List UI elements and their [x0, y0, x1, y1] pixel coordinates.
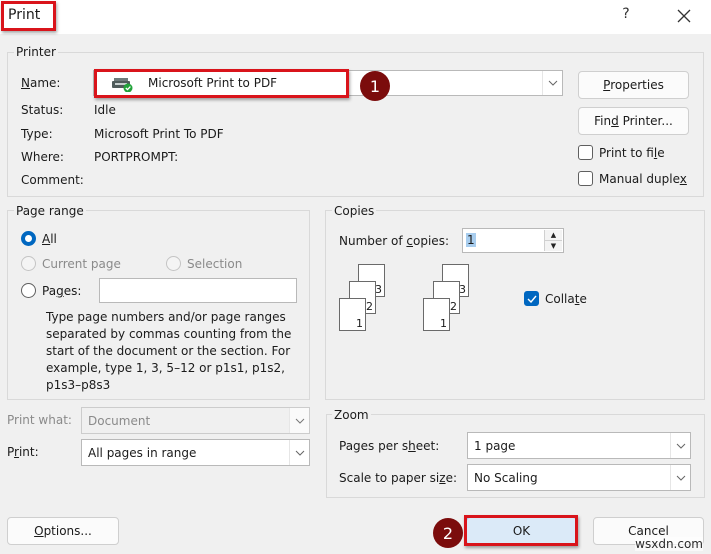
all-radio[interactable] [21, 231, 36, 246]
close-button[interactable] [670, 4, 698, 28]
pages-per-sheet-value: 1 page [474, 438, 516, 453]
manual-duplex-label: Manual duplex [599, 172, 687, 186]
step-2-badge: 2 [433, 518, 463, 548]
options-button[interactable]: Options... [7, 517, 119, 545]
pages-label: Pages: [42, 284, 82, 298]
properties-button[interactable]: Properties [578, 71, 689, 99]
status-label: Status: [21, 103, 64, 117]
collate-label: Collate [545, 292, 587, 306]
printer-group-label: Printer [14, 45, 58, 59]
print-to-file-checkbox[interactable] [578, 145, 593, 160]
step-1-badge: 1 [360, 71, 390, 101]
help-button[interactable]: ? [616, 6, 636, 26]
all-label: All [42, 232, 57, 246]
scale-to-paper-size-dropdown[interactable]: No Scaling [467, 464, 691, 491]
print-label: Print: [7, 445, 39, 459]
scale-to-paper-size-label: Scale to paper size: [339, 471, 458, 485]
print-value: All pages in range [88, 445, 197, 460]
checkmark-icon [527, 295, 537, 303]
print-to-file-label: Print to file [599, 146, 665, 160]
pages-per-sheet-label: Pages per sheet: [339, 439, 440, 453]
chevron-down-icon[interactable] [289, 408, 309, 433]
page-icon: 1 [339, 298, 366, 331]
collate-checkbox[interactable] [524, 291, 539, 306]
printer-name-highlight-box [94, 69, 349, 98]
copies-value: 1 [466, 233, 476, 247]
chevron-down-icon[interactable] [289, 440, 309, 465]
spin-up-icon[interactable]: ▲ [545, 230, 562, 241]
status-value: Idle [94, 103, 116, 117]
zoom-group-label: Zoom [332, 408, 371, 422]
print-what-label: Print what: [7, 413, 72, 427]
chevron-down-icon[interactable] [670, 433, 690, 458]
ok-highlight-box [464, 515, 578, 546]
name-label: Name: [21, 76, 61, 90]
chevron-down-icon[interactable] [670, 465, 690, 490]
find-printer-button[interactable]: Find Printer... [578, 107, 689, 135]
comment-label: Comment: [21, 173, 84, 187]
dialog-title: Print [8, 7, 41, 23]
number-of-copies-label: Number of copies: [339, 234, 449, 248]
type-label: Type: [21, 127, 53, 141]
collated-pages-illustration: 3 2 1 [339, 264, 409, 336]
page-icon: 1 [423, 298, 450, 331]
type-value: Microsoft Print To PDF [94, 127, 224, 141]
where-label: Where: [21, 150, 64, 164]
page-range-group-label: Page range [14, 204, 86, 218]
page-range-help-text: Type page numbers and/or page ranges sep… [46, 310, 292, 392]
print-what-value: Document [88, 413, 151, 428]
pages-radio[interactable] [21, 283, 36, 298]
copies-spinner[interactable]: 1 ▲ ▼ [462, 228, 564, 253]
close-icon [677, 9, 691, 23]
chevron-down-icon[interactable] [542, 71, 562, 95]
watermark: wsxdn.com [635, 537, 703, 551]
manual-duplex-checkbox[interactable] [578, 171, 593, 186]
copies-group-label: Copies [332, 204, 377, 218]
collated-pages-illustration: 3 2 1 [423, 264, 493, 336]
print-dropdown[interactable]: All pages in range [81, 439, 310, 466]
pages-input[interactable] [99, 278, 297, 303]
print-what-dropdown[interactable]: Document [81, 407, 310, 434]
title-bar [0, 0, 711, 34]
pages-per-sheet-dropdown[interactable]: 1 page [467, 432, 691, 459]
current-page-label: Current page [42, 257, 121, 271]
spin-down-icon[interactable]: ▼ [545, 241, 562, 252]
current-page-radio[interactable] [21, 256, 36, 271]
selection-radio[interactable] [166, 256, 181, 271]
selection-label: Selection [187, 257, 243, 271]
scale-to-paper-size-value: No Scaling [474, 470, 538, 485]
where-value: PORTPROMPT: [94, 150, 179, 164]
